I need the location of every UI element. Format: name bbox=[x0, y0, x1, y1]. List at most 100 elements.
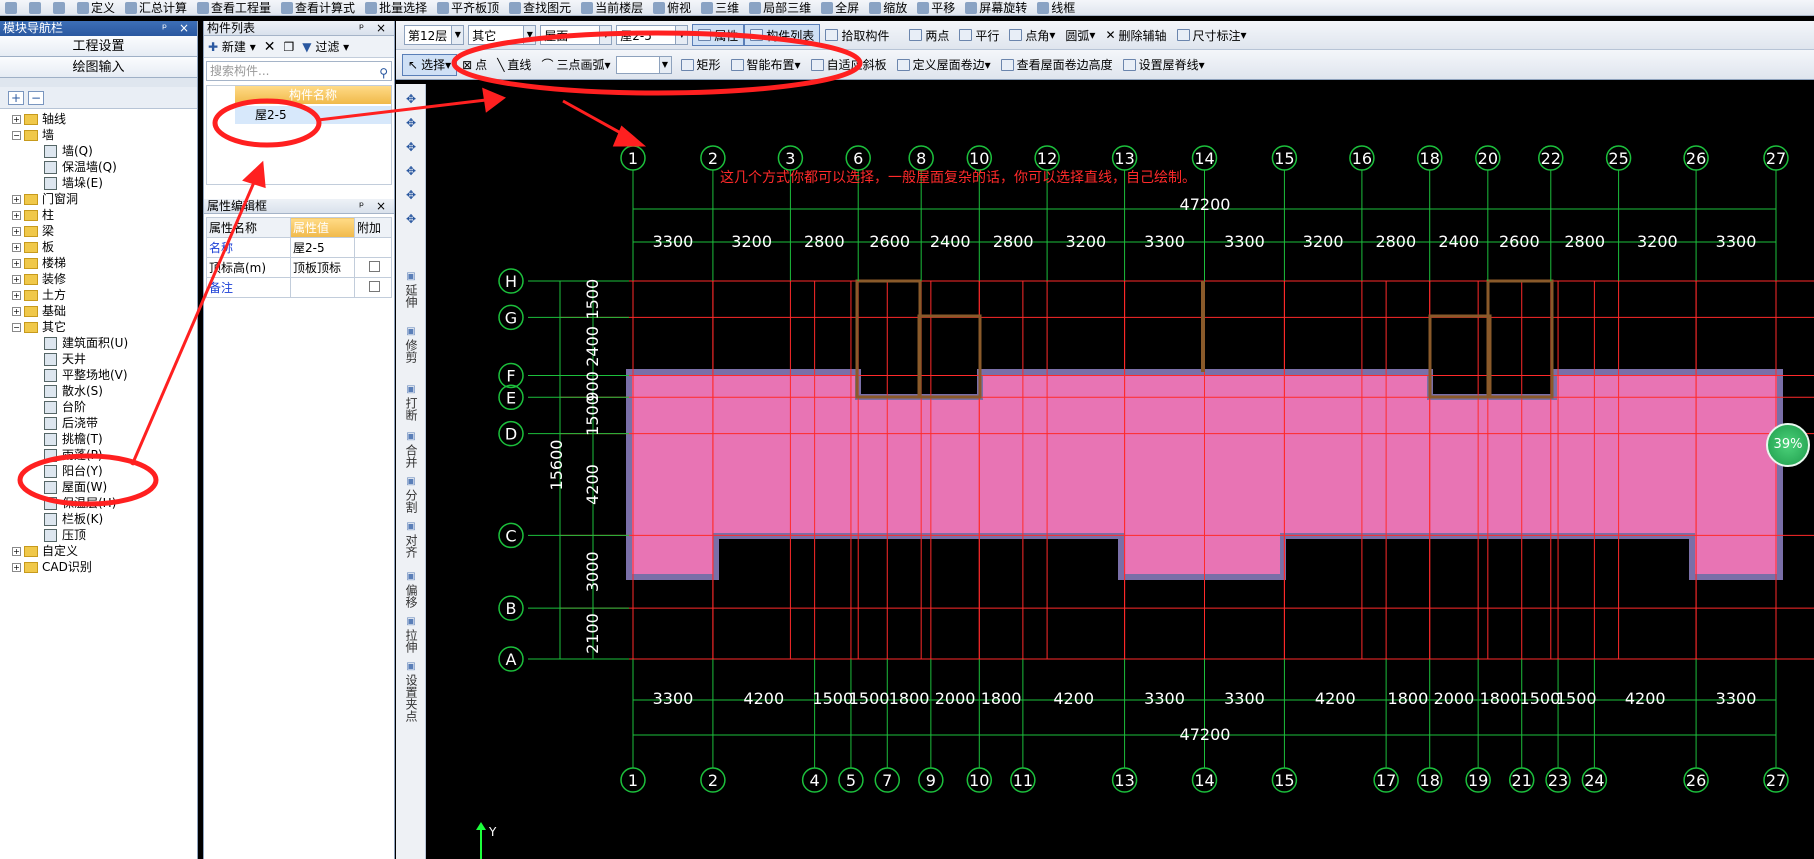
expand-icon[interactable]: + bbox=[12, 562, 21, 572]
edit-tool[interactable]: ▣ 打断 bbox=[396, 383, 426, 421]
top-toolbar-item[interactable]: 全屏 bbox=[816, 0, 864, 15]
property-row[interactable]: 备注 bbox=[206, 277, 392, 298]
edit-tool[interactable]: ▣ 分割 bbox=[396, 475, 426, 513]
strip-tool-icon[interactable]: ✥ bbox=[396, 116, 426, 130]
expand-icon[interactable]: + bbox=[12, 194, 21, 204]
top-toolbar-item[interactable]: 查找图元 bbox=[504, 0, 576, 15]
top-toolbar-item[interactable]: 定义 bbox=[72, 0, 120, 15]
tree-folder-item[interactable]: + 基础 bbox=[12, 303, 66, 319]
category-select[interactable]: 其它 ▼ bbox=[468, 25, 537, 45]
extra-checkbox[interactable] bbox=[368, 280, 380, 292]
copy-icon[interactable]: ❐ bbox=[283, 40, 294, 54]
file-new-icon[interactable] bbox=[0, 0, 24, 15]
delete-aux-axis-button[interactable]: ✕ 删除辅轴 bbox=[1100, 24, 1171, 46]
top-toolbar-item[interactable]: 局部三维 bbox=[744, 0, 816, 15]
three-point-arc-button[interactable]: ⌒ 三点画弧 ▾ bbox=[536, 54, 615, 76]
tree-folder-item[interactable]: + 自定义 bbox=[12, 543, 78, 559]
tree-leaf-item[interactable]: 墙垛(E) bbox=[44, 175, 103, 191]
point-angle-button[interactable]: 点角 ▾ bbox=[1004, 24, 1060, 46]
expand-icon[interactable]: + bbox=[12, 546, 21, 556]
property-row[interactable]: 顶标高(m) 顶板顶标 bbox=[206, 257, 392, 278]
line-button[interactable]: ╲ 直线 bbox=[492, 54, 536, 76]
edit-tool[interactable]: ▣ 偏移 bbox=[396, 570, 426, 608]
nav-panel-controls[interactable]: ᵖ × bbox=[162, 21, 197, 36]
define-roof-edge-button[interactable]: 定义屋面卷边 ▾ bbox=[892, 54, 996, 76]
tree-folder-item[interactable]: − 其它 bbox=[12, 319, 66, 335]
tree-leaf-item[interactable]: 屋面(W) bbox=[44, 479, 107, 495]
expand-icon[interactable]: + bbox=[12, 114, 21, 124]
property-row[interactable]: 名称 屋2-5 bbox=[206, 237, 392, 258]
strip-tool-icon[interactable]: ✥ bbox=[396, 212, 426, 226]
type-select[interactable]: 屋面 ▼ bbox=[540, 25, 613, 45]
view-roof-edge-height-button[interactable]: 查看屋面卷边高度 bbox=[996, 54, 1118, 76]
top-toolbar-item[interactable]: 三维 bbox=[696, 0, 744, 15]
drawing-input-button[interactable]: 绘图输入 bbox=[0, 57, 197, 78]
collapse-icon[interactable]: − bbox=[12, 130, 21, 140]
new-component-button[interactable]: ✚ 新建 ▾ bbox=[208, 38, 256, 55]
project-settings-button[interactable]: 工程设置 bbox=[0, 36, 197, 57]
comp-panel-controls[interactable]: ᵖ × bbox=[359, 21, 394, 35]
point-button[interactable]: ⊠ 点 bbox=[457, 54, 492, 76]
top-toolbar-item[interactable]: 批量选择 bbox=[360, 0, 432, 15]
top-toolbar-item[interactable]: 线框 bbox=[1032, 0, 1080, 15]
tree-leaf-item[interactable]: 平整场地(V) bbox=[44, 367, 128, 383]
component-search-input[interactable]: 搜索构件... ⚲ bbox=[206, 61, 392, 81]
component-select[interactable]: 屋2-5 ▼ bbox=[616, 25, 689, 45]
zoom-percent-badge[interactable]: 39% bbox=[1766, 423, 1810, 467]
tree-leaf-item[interactable]: 压顶 bbox=[44, 527, 86, 543]
tree-leaf-item[interactable]: 天井 bbox=[44, 351, 86, 367]
top-toolbar-item[interactable]: 查看计算式 bbox=[276, 0, 360, 15]
edit-tool[interactable]: ▣ 设置夹点 bbox=[396, 660, 426, 722]
component-row[interactable]: 屋2-5 bbox=[235, 106, 391, 124]
expand-icon[interactable]: + bbox=[12, 290, 21, 300]
props-panel-controls[interactable]: ᵖ × bbox=[359, 199, 394, 213]
top-toolbar-item[interactable]: 当前楼层 bbox=[576, 0, 648, 15]
tree-leaf-item[interactable]: 墙(Q) bbox=[44, 143, 93, 159]
drawing-canvas[interactable]: 1 2 3 6 8 10 12 13 14 15 16 18 20 22 25 26 27 1 2 4 5 7 9 10 11 1… bbox=[427, 81, 1814, 859]
tree-folder-item[interactable]: + CAD识别 bbox=[12, 559, 92, 575]
extra-checkbox[interactable] bbox=[368, 260, 380, 272]
strip-tool-icon[interactable]: ✥ bbox=[396, 164, 426, 178]
top-toolbar-item[interactable]: 缩放 bbox=[864, 0, 912, 15]
edit-tool[interactable]: ▣ 拉伸 bbox=[396, 615, 426, 653]
top-toolbar-item[interactable]: 查看工程量 bbox=[192, 0, 276, 15]
component-list-button[interactable]: 构件列表 bbox=[744, 24, 821, 46]
adaptive-slope-button[interactable]: 自适应斜板 bbox=[806, 54, 892, 76]
tree-leaf-item[interactable]: 保温墙(Q) bbox=[44, 159, 117, 175]
expand-icon[interactable]: + bbox=[12, 226, 21, 236]
redo-icon[interactable] bbox=[48, 0, 72, 15]
tree-leaf-item[interactable]: 台阶 bbox=[44, 399, 86, 415]
tree-folder-item[interactable]: + 装修 bbox=[12, 271, 66, 287]
tree-folder-item[interactable]: + 楼梯 bbox=[12, 255, 66, 271]
edit-tool[interactable]: ▣ 修剪 bbox=[396, 325, 426, 363]
expand-all-icon[interactable]: + bbox=[8, 90, 24, 105]
tree-folder-item[interactable]: − 墙 bbox=[12, 127, 54, 143]
tree-folder-item[interactable]: + 轴线 bbox=[12, 111, 66, 127]
edit-tool[interactable]: ▣ 延伸 bbox=[396, 270, 426, 308]
search-icon[interactable]: ⚲ bbox=[379, 64, 388, 82]
two-points-button[interactable]: 两点 bbox=[904, 24, 954, 46]
tree-folder-item[interactable]: + 柱 bbox=[12, 207, 54, 223]
tree-leaf-item[interactable]: 保温层(H) bbox=[44, 495, 116, 511]
strip-tool-icon[interactable]: ✥ bbox=[396, 92, 426, 106]
strip-tool-icon[interactable]: ✥ bbox=[396, 188, 426, 202]
tree-leaf-item[interactable]: 栏板(K) bbox=[44, 511, 103, 527]
expand-icon[interactable]: + bbox=[12, 258, 21, 268]
smart-layout-button[interactable]: 智能布置 ▾ bbox=[726, 54, 806, 76]
tree-leaf-item[interactable]: 阳台(Y) bbox=[44, 463, 103, 479]
tree-folder-item[interactable]: + 梁 bbox=[12, 223, 54, 239]
delete-icon[interactable]: ✕ bbox=[264, 39, 276, 55]
attribute-button[interactable]: 属性 bbox=[692, 24, 745, 46]
top-toolbar-item[interactable]: 平齐板顶 bbox=[432, 0, 504, 15]
dimension-button[interactable]: 尺寸标注 ▾ bbox=[1172, 24, 1252, 46]
expand-icon[interactable]: + bbox=[12, 306, 21, 316]
collapse-all-icon[interactable]: − bbox=[28, 90, 44, 105]
edit-tool[interactable]: ▣ 合并 bbox=[396, 430, 426, 468]
strip-tool-icon[interactable]: ✥ bbox=[396, 140, 426, 154]
collapse-icon[interactable]: − bbox=[12, 322, 21, 332]
pick-component-button[interactable]: 拾取构件 bbox=[820, 24, 894, 46]
top-toolbar-item[interactable]: 平移 bbox=[912, 0, 960, 15]
expand-icon[interactable]: + bbox=[12, 210, 21, 220]
tree-leaf-item[interactable]: 后浇带 bbox=[44, 415, 98, 431]
top-toolbar-item[interactable]: 汇总计算 bbox=[120, 0, 192, 15]
